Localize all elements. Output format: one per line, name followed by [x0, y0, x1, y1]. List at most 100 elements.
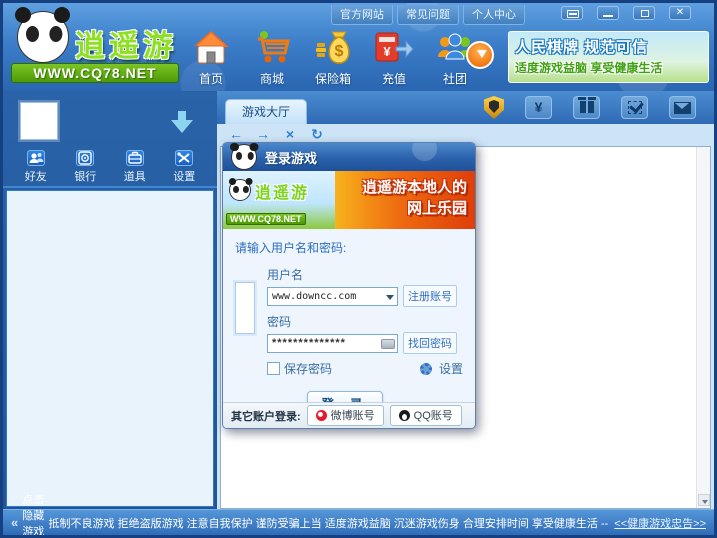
settings-tools-icon — [175, 150, 193, 166]
home-icon — [191, 29, 231, 67]
tab-strip: 游戏大厅 ¥ — [217, 91, 714, 124]
panda-mascot-icon — [17, 11, 69, 63]
currency-button[interactable]: ¥ — [525, 96, 552, 119]
sidebar-toolbar: 好友 银行 道具 设置 — [3, 148, 217, 188]
cart-icon — [252, 29, 292, 67]
minimize-icon — [603, 15, 613, 17]
health-notice: 抵制不良游戏 拒绝盗版游戏 注意自我保护 谨防受骗上当 适度游戏益脑 沉迷游戏伤… — [49, 515, 706, 531]
nav-community-label: 社团 — [427, 70, 483, 87]
banner-slogan-line2: 网上乐园 — [335, 198, 467, 219]
game-list-panel[interactable] — [6, 190, 214, 507]
gift-button[interactable] — [573, 96, 600, 119]
panda-icon — [231, 144, 257, 170]
dialog-footer: 其它账户登录: 微博账号 QQ账号 — [223, 402, 475, 428]
qq-icon — [399, 410, 410, 421]
app-logo: 逍遥游 WWW.CQ78.NET — [9, 9, 184, 85]
username-input[interactable] — [270, 289, 378, 304]
health-advice-link[interactable]: <<健康游戏忠告>> — [614, 515, 706, 531]
save-password-label[interactable]: 保存密码 — [284, 360, 332, 377]
nav-shop-label: 商城 — [244, 70, 300, 87]
maximize-button[interactable] — [633, 6, 655, 20]
tasks-button[interactable] — [621, 96, 648, 119]
password-label: 密码 — [267, 313, 463, 330]
bank-icon — [76, 150, 94, 166]
panda-icon — [229, 179, 251, 201]
svg-text:¥: ¥ — [383, 44, 391, 59]
chevron-down-icon[interactable] — [386, 295, 394, 304]
link-official-site[interactable]: 官方网站 — [331, 5, 393, 25]
password-box — [267, 334, 398, 353]
other-login-label: 其它账户登录: — [231, 408, 301, 424]
ad-banner[interactable]: 人民棋牌 规范可信 适度游戏益脑 享受健康生活 — [508, 31, 709, 83]
nav-home-label: 首页 — [183, 70, 239, 87]
security-shield-icon[interactable] — [484, 96, 504, 119]
main-nav: 首页 商城 — [183, 29, 483, 87]
nav-shop[interactable]: 商城 — [244, 29, 300, 87]
banner-slogan-line1: 逍遥游本地人的 — [335, 177, 467, 198]
login-avatar-placeholder — [235, 282, 255, 334]
vertical-scrollbar[interactable] — [696, 147, 710, 508]
back-button[interactable]: ← — [227, 126, 245, 142]
qq-button-label: QQ账号 — [414, 407, 453, 423]
ad-line1: 人民棋牌 规范可信 — [515, 36, 702, 57]
stop-button[interactable]: × — [281, 126, 299, 142]
recover-password-link[interactable]: 找回密码 — [403, 332, 457, 354]
soft-keyboard-icon[interactable] — [381, 339, 395, 349]
minimize-button[interactable] — [597, 6, 619, 20]
mail-button[interactable] — [669, 96, 696, 119]
forward-button[interactable]: → — [254, 126, 272, 142]
password-input[interactable] — [270, 336, 375, 351]
toolbar-icons: ¥ — [484, 91, 714, 124]
scroll-down-button[interactable] — [698, 494, 710, 506]
user-avatar-placeholder[interactable] — [20, 102, 58, 140]
health-notice-text: 抵制不良游戏 拒绝盗版游戏 注意自我保护 谨防受骗上当 适度游戏益脑 沉迷游戏伤… — [49, 515, 609, 531]
sidebar-item-label: 设置 — [162, 168, 206, 184]
header: 官方网站 常见问题 个人中心 ✕ 逍遥游 WWW.CQ78.NET — [3, 3, 714, 91]
close-button[interactable]: ✕ — [669, 6, 691, 20]
tab-game-hall[interactable]: 游戏大厅 — [225, 99, 307, 124]
login-prompt: 请输入用户名和密码: — [235, 239, 463, 256]
top-links: 官方网站 常见问题 个人中心 — [331, 5, 525, 25]
sidebar-item-bank[interactable]: 银行 — [63, 148, 107, 186]
dialog-banner-logo: 逍遥游 WWW.CQ78.NET — [223, 171, 335, 229]
app-window: 官方网站 常见问题 个人中心 ✕ 逍遥游 WWW.CQ78.NET — [0, 0, 717, 538]
nav-home[interactable]: 首页 — [183, 29, 239, 87]
hide-game-list-button[interactable]: « 点击隐藏游戏列表 — [11, 491, 49, 538]
items-box-icon — [126, 150, 144, 166]
dialog-banner[interactable]: 逍遥游 WWW.CQ78.NET 逍遥游本地人的 网上乐园 — [223, 171, 475, 229]
username-label: 用户名 — [267, 266, 463, 283]
register-link[interactable]: 注册账号 — [403, 285, 457, 307]
sidebar-item-friends[interactable]: 好友 — [14, 148, 58, 186]
nav-recharge[interactable]: ¥ 充值 — [366, 29, 422, 87]
link-user-center[interactable]: 个人中心 — [463, 5, 525, 25]
sidebar-item-items[interactable]: 道具 — [113, 148, 157, 186]
refresh-button[interactable]: ↻ — [308, 126, 326, 142]
status-bar: « 点击隐藏游戏列表 抵制不良游戏 拒绝盗版游戏 注意自我保护 谨防受骗上当 适… — [3, 509, 714, 535]
skin-button[interactable] — [561, 6, 583, 20]
settings-link[interactable]: 设置 — [420, 360, 463, 377]
nav-recharge-label: 充值 — [366, 70, 422, 87]
settings-label: 设置 — [439, 360, 463, 377]
site-url-badge: WWW.CQ78.NET — [11, 63, 179, 83]
dialog-title: 登录游戏 — [265, 148, 317, 167]
weibo-button-label: 微博账号 — [331, 407, 375, 423]
nav-safe[interactable]: $ 保险箱 — [305, 29, 361, 87]
recharge-card-icon: ¥ — [374, 29, 414, 67]
qq-login-button[interactable]: QQ账号 — [390, 405, 462, 426]
gear-icon — [420, 363, 432, 375]
friends-icon — [27, 150, 45, 166]
username-combo — [267, 287, 398, 306]
weibo-login-button[interactable]: 微博账号 — [307, 405, 384, 426]
dialog-titlebar[interactable]: 登录游戏 — [223, 143, 475, 171]
hide-game-list-label: 点击隐藏游戏列表 — [22, 491, 48, 538]
save-password-checkbox[interactable] — [267, 362, 280, 375]
login-dialog: 登录游戏 逍遥游 WWW.CQ78.NET 逍遥游本地人的 网上乐园 请输入用户… — [222, 142, 476, 429]
sidebar-item-settings[interactable]: 设置 — [162, 148, 206, 186]
link-faq[interactable]: 常见问题 — [397, 5, 459, 25]
download-circle-button[interactable] — [466, 41, 494, 69]
banner-logo-site: WWW.CQ78.NET — [226, 213, 306, 225]
sidebar-item-label: 银行 — [63, 168, 107, 184]
sidebar-download-icon[interactable] — [171, 111, 193, 135]
app-name: 逍遥游 — [75, 21, 177, 65]
chevron-left-icon: « — [11, 515, 18, 530]
